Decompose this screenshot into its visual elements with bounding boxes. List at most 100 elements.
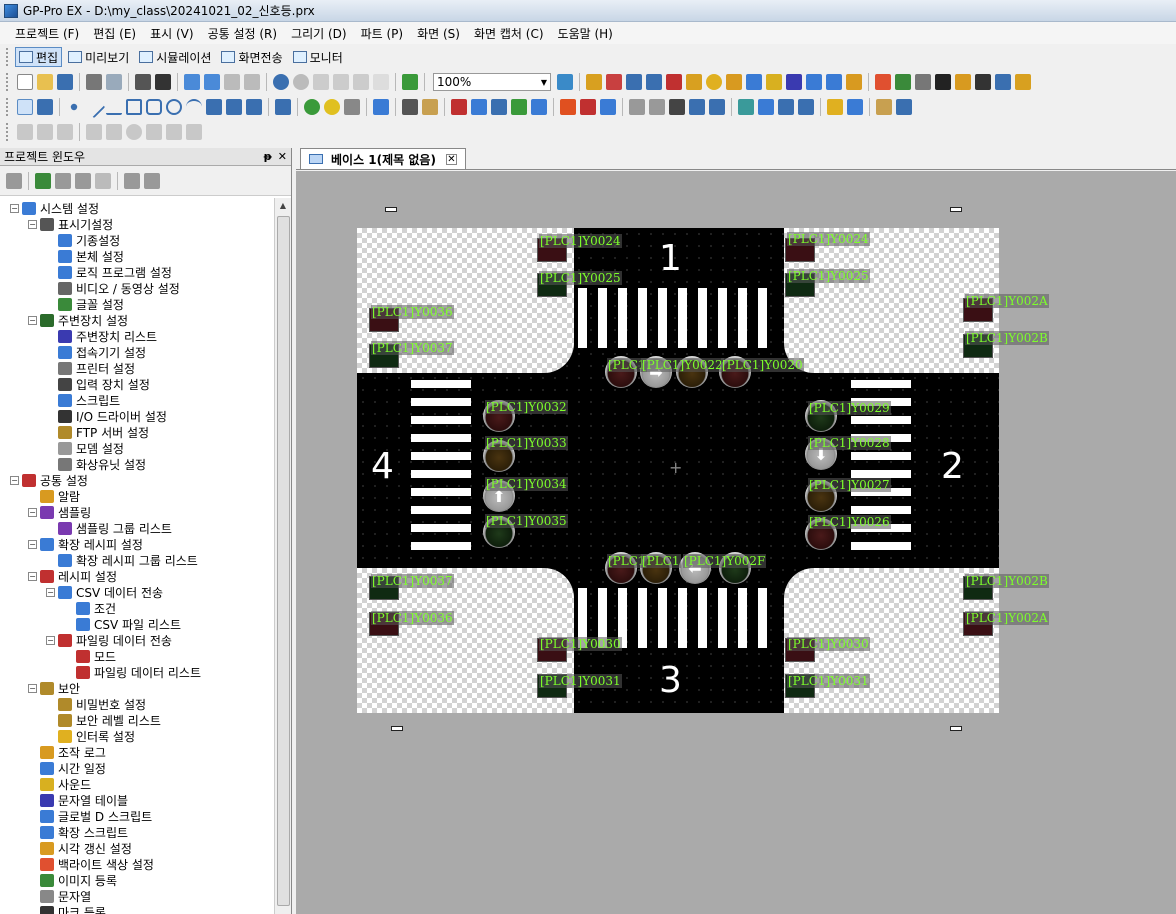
tab-base-1[interactable]: 베이스 1(제목 없음) ✕ — [300, 148, 466, 169]
bar-graph-icon[interactable] — [451, 99, 467, 115]
tree-node[interactable]: 보안 레벨 리스트 — [46, 712, 161, 728]
filing-icon[interactable] — [666, 74, 682, 90]
tree-node[interactable]: 프린터 설정 — [46, 360, 135, 376]
tree-node[interactable]: 스크립트 — [46, 392, 120, 408]
text-table-icon[interactable] — [786, 74, 802, 90]
circle-tool-icon[interactable] — [166, 99, 182, 115]
tree-node[interactable]: 파일링 데이터 리스트 — [64, 664, 201, 680]
note-icon[interactable] — [847, 99, 863, 115]
paste-item-icon[interactable] — [75, 172, 91, 189]
close-all-icon[interactable] — [244, 74, 260, 90]
tree-node[interactable]: 화상유닛 설정 — [46, 456, 146, 472]
tree-node[interactable]: 마크 등록 — [28, 904, 106, 914]
tree-node[interactable]: 글로벌 D 스크립트 — [28, 808, 152, 824]
tree-node[interactable]: − 시스템 설정 — [10, 200, 99, 216]
hand-icon[interactable] — [827, 99, 843, 115]
selection-handle[interactable] — [391, 726, 403, 731]
ladder-up-icon[interactable] — [186, 124, 202, 140]
tree-node[interactable]: FTP 서버 설정 — [46, 424, 149, 440]
table-tool-icon[interactable] — [275, 99, 291, 115]
tool-icon[interactable] — [955, 74, 971, 90]
tree-node[interactable]: 비밀번호 설정 — [46, 696, 146, 712]
tree-toggle-icon[interactable]: − — [46, 587, 55, 597]
line-graph-icon[interactable] — [471, 99, 487, 115]
tree-node[interactable]: − 샘플링 — [28, 504, 91, 520]
tree-node[interactable]: 조작 로그 — [28, 744, 106, 760]
open-folder-icon[interactable] — [37, 74, 53, 90]
text-tool-icon[interactable] — [37, 99, 53, 115]
pdf-viewer-icon[interactable] — [758, 99, 774, 115]
recipe-part-icon[interactable] — [709, 99, 725, 115]
tree-node[interactable]: 기종설정 — [46, 232, 120, 248]
global-script-icon[interactable] — [806, 74, 822, 90]
tree-node[interactable]: 입력 장치 설정 — [46, 376, 150, 392]
ladder-down-icon[interactable] — [166, 124, 182, 140]
switch-lamp-icon[interactable] — [304, 99, 320, 115]
rectangle-tool-icon[interactable] — [126, 99, 142, 115]
menu-view[interactable]: 표시 (V) — [143, 25, 200, 42]
tree-toggle-icon[interactable]: − — [28, 539, 37, 549]
movie-part-icon[interactable] — [669, 99, 685, 115]
meter-icon[interactable] — [531, 99, 547, 115]
ladder-row-icon[interactable] — [17, 124, 33, 140]
menu-screen[interactable]: 화면 (S) — [410, 25, 467, 42]
scroll-thumb[interactable] — [277, 216, 290, 906]
file-manager-icon[interactable] — [738, 99, 754, 115]
tree-toggle-icon[interactable]: − — [10, 475, 19, 485]
tree-node[interactable]: 샘플링 그룹 리스트 — [46, 520, 172, 536]
menu-project[interactable]: 프로젝트 (F) — [8, 25, 86, 42]
tree-toggle-icon[interactable]: − — [28, 315, 37, 325]
save-icon[interactable] — [57, 74, 73, 90]
extended-script-icon[interactable] — [826, 74, 842, 90]
copy-item-icon[interactable] — [55, 172, 71, 189]
tree-toggle-icon[interactable]: − — [28, 507, 37, 517]
base-screen-canvas[interactable]: 1 2 3 4 + ➡ ⬅ ⬆ ⬇ [PLC1]Y0024 [PLC1]Y002… — [357, 228, 1049, 713]
polyline-tool-icon[interactable] — [106, 99, 122, 115]
scatter-graph-icon[interactable] — [511, 99, 527, 115]
selection-handle[interactable] — [950, 726, 962, 731]
export-icon[interactable] — [144, 172, 160, 189]
zoom-fit-icon[interactable] — [557, 74, 573, 90]
import-icon[interactable] — [124, 172, 140, 189]
tree-node[interactable]: 모드 — [64, 648, 116, 664]
edit-item-icon[interactable] — [35, 172, 51, 189]
tree-toggle-icon[interactable]: − — [46, 635, 55, 645]
mark-register-icon[interactable] — [935, 74, 951, 90]
capture-icon[interactable] — [155, 74, 171, 90]
toolbar-grip[interactable] — [6, 98, 11, 116]
tree-node[interactable]: CSV 파일 리스트 — [64, 616, 181, 632]
sampling-part-icon[interactable] — [649, 99, 665, 115]
tree-node[interactable]: 접속기기 설정 — [46, 344, 146, 360]
alarm-icon[interactable] — [606, 74, 622, 90]
close-screen-icon[interactable] — [224, 74, 240, 90]
backlight-icon[interactable] — [875, 74, 891, 90]
image-tool-icon[interactable] — [246, 99, 262, 115]
tree-node[interactable]: 이미지 등록 — [28, 872, 117, 888]
tree-node[interactable]: 시각 갱신 설정 — [28, 840, 132, 856]
tree-node[interactable]: − 보안 — [28, 680, 80, 696]
lamp-icon[interactable] — [324, 99, 340, 115]
tree-node[interactable]: 사운드 — [28, 776, 91, 792]
redo-icon[interactable] — [293, 74, 309, 90]
find-icon[interactable] — [135, 74, 151, 90]
tree-node[interactable]: 확장 레시피 그룹 리스트 — [46, 552, 198, 568]
special-part-icon[interactable] — [876, 99, 892, 115]
tree-toggle-icon[interactable]: − — [28, 219, 37, 229]
toolbar-grip[interactable] — [6, 48, 11, 66]
tree-node[interactable]: − 파일링 데이터 전송 — [46, 632, 172, 648]
tree-node[interactable]: 글꼴 설정 — [46, 296, 124, 312]
undo-icon[interactable] — [273, 74, 289, 90]
selection-handle[interactable] — [385, 207, 397, 212]
ladder-branch-icon[interactable] — [37, 124, 53, 140]
print-preview-icon[interactable] — [106, 74, 122, 90]
dot-tool-icon[interactable] — [70, 103, 78, 111]
menu-draw[interactable]: 그리기 (D) — [284, 25, 354, 42]
ladder-contact-icon[interactable] — [86, 124, 102, 140]
tree-node[interactable]: 조건 — [64, 600, 116, 616]
security-key-icon[interactable] — [686, 74, 702, 90]
slider-icon[interactable] — [422, 99, 438, 115]
tree-node[interactable]: 주변장치 리스트 — [46, 328, 157, 344]
tree-node[interactable]: 로직 프로그램 설정 — [46, 264, 172, 280]
menu-edit[interactable]: 편집 (E) — [86, 25, 143, 42]
time-update-icon[interactable] — [846, 74, 862, 90]
